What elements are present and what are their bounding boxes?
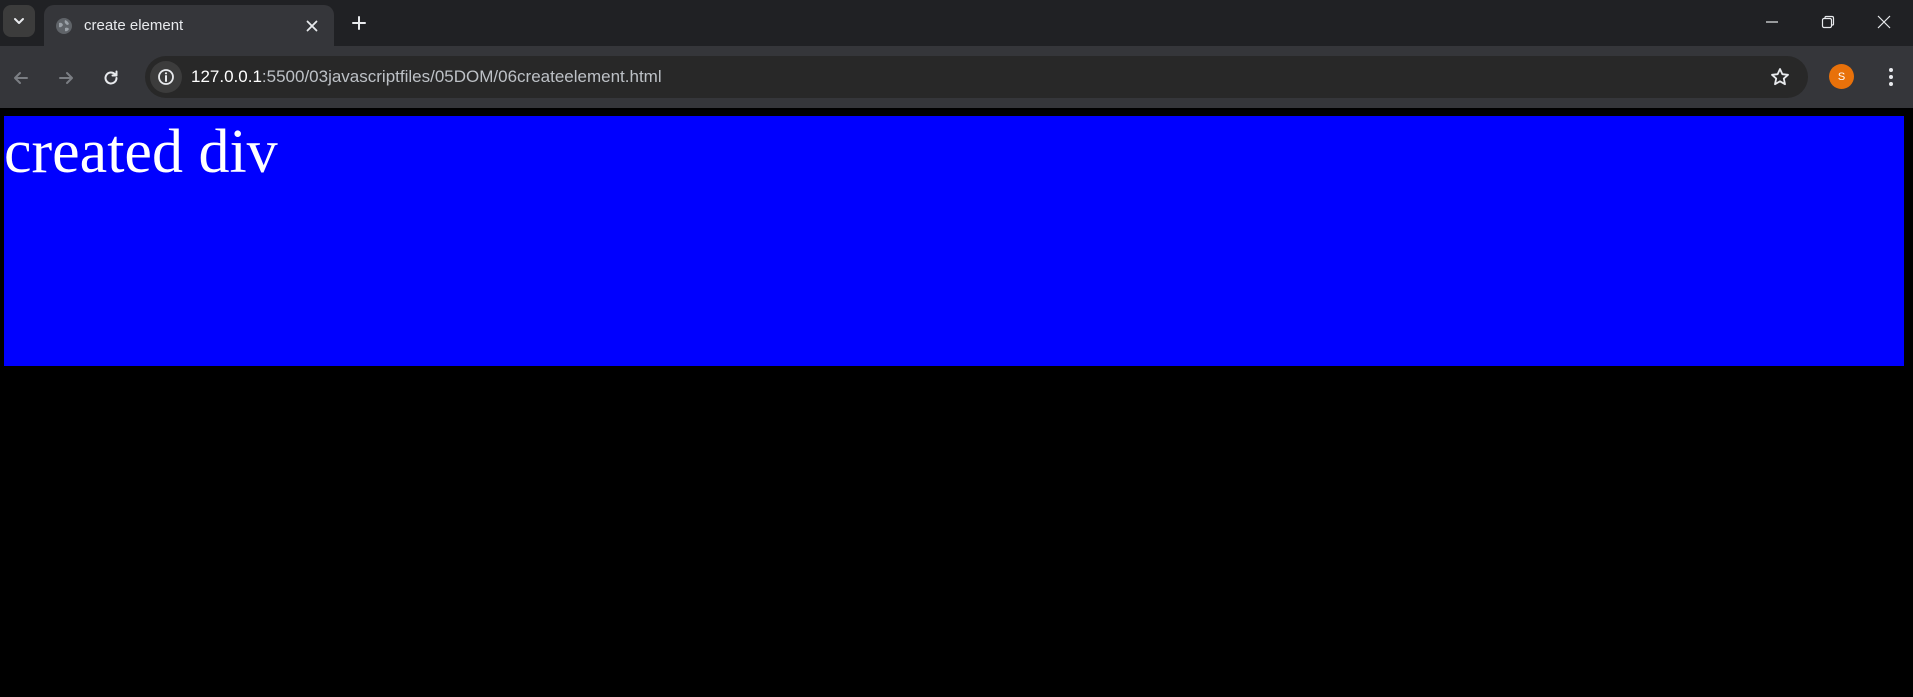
url-path: :5500/03javascriptfiles/05DOM/06createel…: [261, 67, 662, 86]
globe-icon: [56, 18, 72, 34]
address-bar[interactable]: 127.0.0.1:5500/03javascriptfiles/05DOM/0…: [145, 56, 1808, 98]
restore-button[interactable]: [1800, 0, 1856, 44]
arrow-left-icon: [14, 72, 28, 84]
plus-icon: [352, 16, 366, 30]
site-info-button[interactable]: [150, 61, 182, 93]
profile-avatar[interactable]: S: [1829, 64, 1854, 89]
back-button[interactable]: [4, 61, 38, 95]
url-host: 127.0.0.1: [191, 67, 262, 86]
close-window-button[interactable]: [1856, 0, 1912, 44]
chevron-down-icon: [14, 18, 24, 24]
tab-create-element[interactable]: create element: [44, 5, 334, 46]
restore-icon: [1821, 15, 1835, 29]
minimize-icon: [1766, 21, 1778, 23]
bookmark-button[interactable]: [1768, 65, 1792, 89]
tab-title: create element: [84, 17, 184, 34]
arrow-right-icon: [59, 72, 73, 84]
close-icon: [1877, 15, 1891, 29]
kebab-menu-icon: [1889, 68, 1893, 86]
close-icon: [306, 20, 318, 32]
browser-menu-button[interactable]: [1874, 60, 1908, 94]
tab-close-button[interactable]: [300, 14, 324, 38]
page-viewport: created div: [0, 108, 1913, 697]
url-text[interactable]: 127.0.0.1:5500/03javascriptfiles/05DOM/0…: [191, 67, 662, 87]
tab-strip: create element: [0, 0, 1913, 46]
reload-icon: [104, 70, 118, 85]
tab-search-button[interactable]: [3, 5, 35, 37]
star-icon: [1771, 68, 1789, 86]
new-tab-button[interactable]: [344, 8, 374, 38]
minimize-button[interactable]: [1744, 0, 1800, 44]
forward-button[interactable]: [49, 61, 83, 95]
info-icon: [158, 69, 174, 85]
created-div: created div: [4, 116, 1904, 366]
reload-button[interactable]: [94, 61, 128, 95]
browser-toolbar: 127.0.0.1:5500/03javascriptfiles/05DOM/0…: [0, 46, 1913, 108]
